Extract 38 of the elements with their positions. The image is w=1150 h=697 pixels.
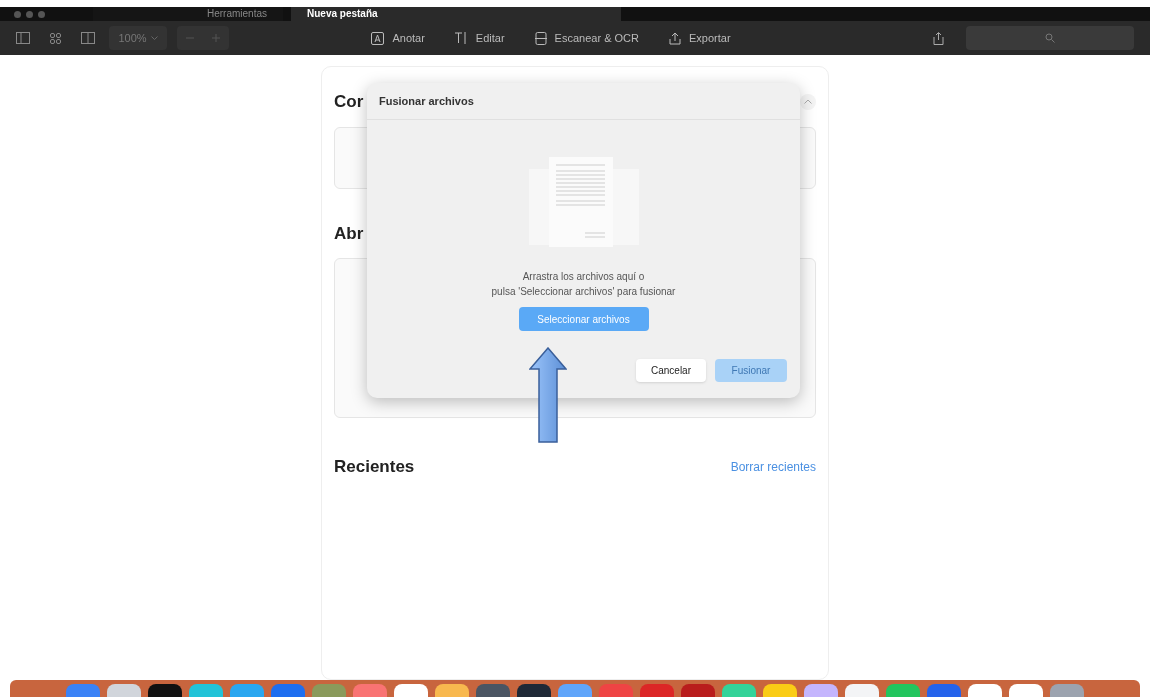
search-icon [1045,33,1055,43]
tab[interactable]: Nueva pestaña [291,7,621,21]
section-heading: Abr [334,222,365,245]
app-icon[interactable] [517,684,551,697]
chevron-down-icon [150,36,158,40]
app-icon[interactable] [435,684,469,697]
sidebar-icon[interactable] [16,32,30,44]
instruction-text: pulsa 'Seleccionar archivos' para fusionar [491,285,676,299]
app-icon[interactable] [968,684,1002,697]
plus-icon[interactable] [212,34,220,42]
share-arrow-icon [669,31,681,45]
share-icon[interactable] [933,31,944,45]
section-heading: Cor [334,91,364,113]
toolbar-button[interactable]: Exportar [689,29,731,47]
toolbar-button[interactable]: Escanear & OCR [554,29,639,47]
toolbar-button[interactable]: Anotar [392,29,425,47]
chevron-up-icon [804,99,812,105]
instruction-text: Arrastra los archivos aquí o [522,270,645,284]
two-page-icon[interactable] [81,32,95,44]
section-heading: Recientes [334,456,415,478]
letter-a-square-icon [371,31,385,45]
app-icon[interactable] [804,684,838,697]
zoom-stepper[interactable] [177,26,229,50]
grid-icon[interactable] [50,32,61,44]
app-icon[interactable] [1009,684,1043,697]
search-field[interactable] [966,26,1134,50]
tab[interactable]: Herramientas [93,7,283,21]
toolbar-button[interactable]: Editar [475,29,505,47]
app-icon[interactable] [148,684,182,697]
app-icon[interactable] [107,684,141,697]
scan-document-icon [534,31,547,45]
cancel-button[interactable]: Cancelar [636,359,706,382]
app-icon[interactable] [763,684,797,697]
collapse-button[interactable] [800,93,816,110]
text-cursor-icon [454,32,468,44]
dialog-title: Fusionar archivos [379,93,474,109]
app-icon[interactable] [845,684,879,697]
app-icon[interactable] [394,684,428,697]
